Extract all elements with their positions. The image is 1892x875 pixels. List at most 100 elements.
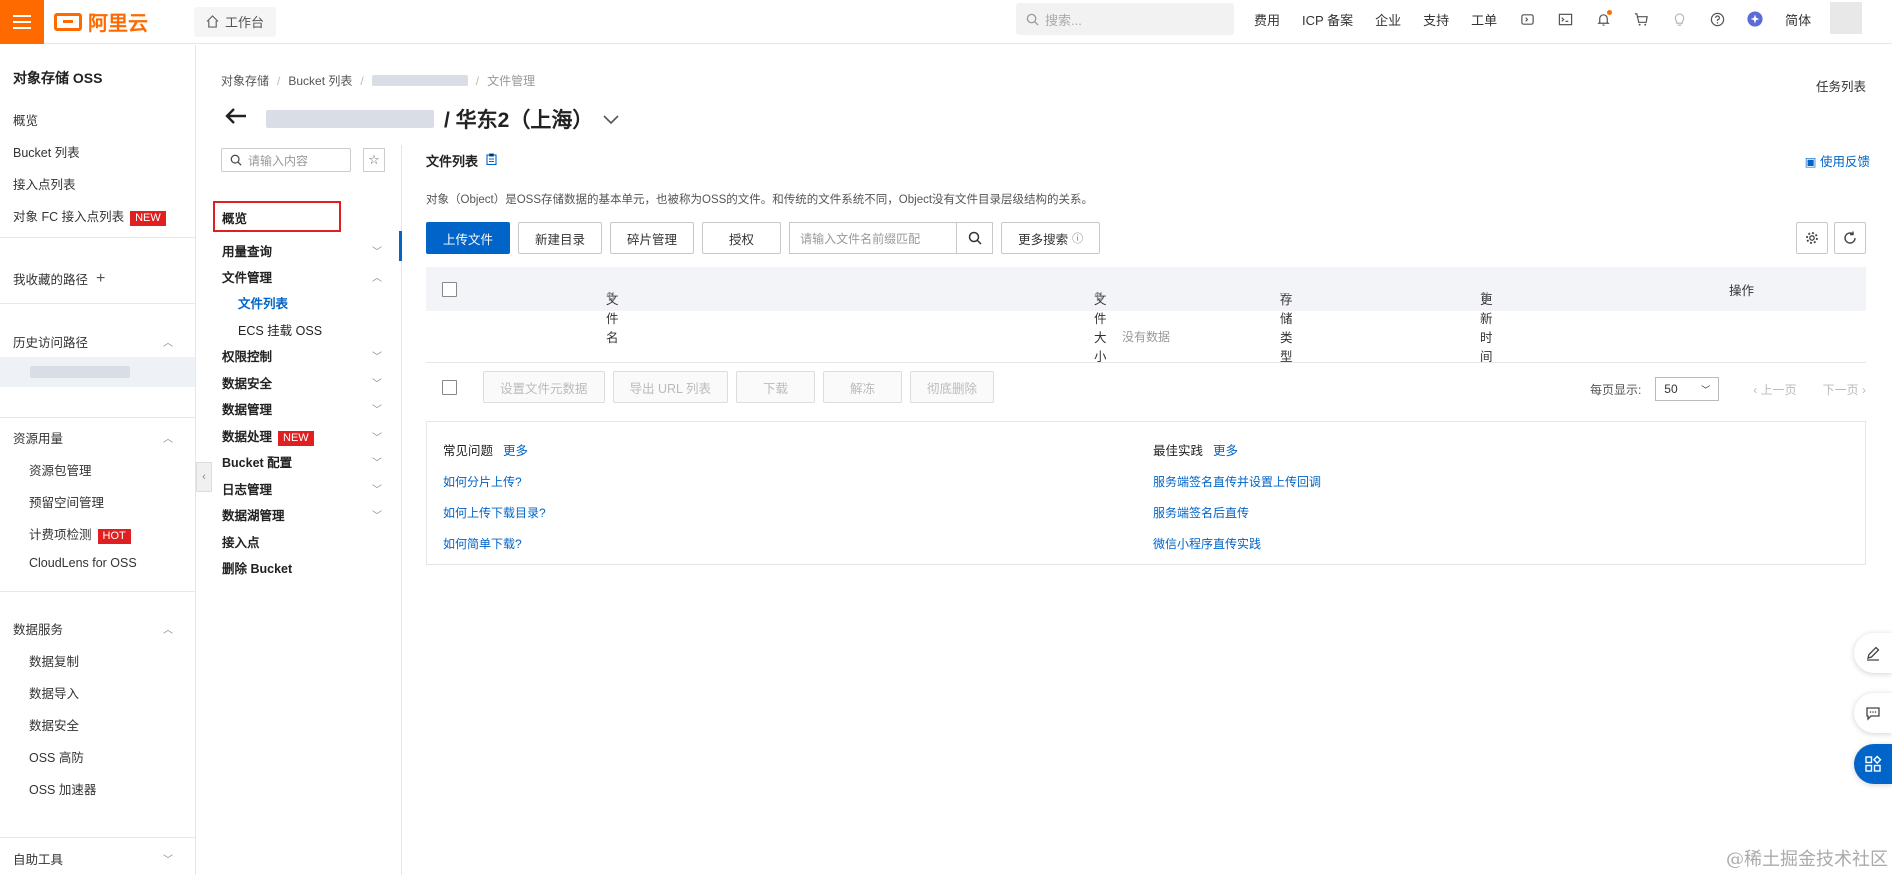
- cart-icon[interactable]: [1633, 11, 1649, 27]
- language-switch[interactable]: 简体: [1785, 10, 1811, 29]
- nav-icp[interactable]: ICP 备案: [1302, 10, 1353, 29]
- star-icon[interactable]: ☆: [363, 148, 385, 172]
- subnav-overview[interactable]: 概览: [222, 208, 392, 227]
- aliyun-logo[interactable]: 阿里云: [54, 7, 164, 36]
- avatar[interactable]: [1830, 2, 1862, 34]
- nav-support[interactable]: 支持: [1423, 10, 1449, 29]
- chevron-down-icon: ﹀: [372, 458, 382, 469]
- subnav-access-point[interactable]: 接入点: [222, 532, 392, 551]
- upload-button[interactable]: 上传文件: [426, 222, 511, 254]
- subnav-data-mgmt[interactable]: 数据管理 ﹀: [222, 399, 392, 418]
- subnav-log-mgmt[interactable]: 日志管理 ﹀: [222, 479, 392, 498]
- sidebar-item-replication[interactable]: 数据复制: [29, 651, 79, 670]
- chevron-up-icon: ︿: [163, 625, 173, 636]
- feedback-link[interactable]: ▣ 使用反馈: [1805, 151, 1870, 170]
- clipboard-icon[interactable]: [486, 153, 497, 168]
- subnav-ecs-mount[interactable]: ECS 挂载 OSS: [238, 320, 408, 339]
- breadcrumb-oss[interactable]: 对象存储: [221, 72, 269, 89]
- nav-ticket[interactable]: 工单: [1471, 10, 1497, 29]
- menu-icon[interactable]: [0, 0, 44, 44]
- global-search-input[interactable]: 搜索...: [1016, 3, 1234, 35]
- subnav-search-placeholder: 请输入内容: [248, 153, 309, 168]
- plus-icon[interactable]: +: [96, 270, 105, 288]
- sidebar-data-service-toggle[interactable]: 数据服务 ︿: [13, 619, 173, 638]
- sidebar-item-accelerator[interactable]: OSS 加速器: [29, 779, 96, 798]
- feedback-icon: ▣: [1804, 155, 1820, 169]
- bell-icon[interactable]: [1595, 10, 1613, 27]
- chevron-down-icon[interactable]: [603, 107, 619, 131]
- sidebar-item-overview[interactable]: 概览: [13, 110, 38, 129]
- best-practice-link[interactable]: 微信小程序直传实践: [1153, 535, 1321, 552]
- faq-link[interactable]: 如何上传下载目录?: [443, 504, 546, 521]
- best-practice-link[interactable]: 服务端签名后直传: [1153, 504, 1321, 521]
- sidebar-item-ddos[interactable]: OSS 高防: [29, 747, 84, 766]
- data-mgmt-label: 数据管理: [222, 403, 273, 417]
- refresh-icon[interactable]: [1834, 222, 1866, 254]
- faq-link[interactable]: 如何分片上传?: [443, 473, 546, 490]
- sidebar-item-billing-check[interactable]: 计费项检测 HOT: [29, 524, 131, 544]
- redacted-bucket-crumb[interactable]: [371, 75, 468, 86]
- subnav-data-security[interactable]: 数据安全 ﹀: [222, 373, 392, 392]
- faq-more-link[interactable]: 更多: [503, 444, 528, 458]
- lightbulb-icon[interactable]: [1671, 11, 1687, 27]
- chat-icon[interactable]: [1854, 693, 1892, 733]
- subnav-file-list[interactable]: 文件列表: [238, 293, 408, 312]
- sidebar-item-packages[interactable]: 资源包管理: [29, 460, 92, 479]
- search-icon[interactable]: [957, 222, 994, 254]
- filename-filter-input[interactable]: 请输入文件名前缀匹配: [789, 222, 958, 254]
- subnav-delete-bucket[interactable]: 删除 Bucket: [222, 558, 392, 577]
- sidebar-item-cloudlens[interactable]: CloudLens for OSS: [29, 556, 137, 570]
- ai-assistant-icon[interactable]: [1747, 11, 1763, 27]
- per-page-select[interactable]: 50 ﹀: [1655, 377, 1720, 401]
- breadcrumb-bucket-list[interactable]: Bucket 列表: [288, 72, 352, 89]
- subnav-permission[interactable]: 权限控制 ﹀: [222, 346, 392, 365]
- settings-gear-icon[interactable]: [1796, 222, 1828, 254]
- sidebar-item-fc-access-points[interactable]: 对象 FC 接入点列表 NEW: [13, 206, 166, 226]
- subnav-file-mgmt[interactable]: 文件管理 ︿: [222, 267, 392, 286]
- search-icon: [230, 154, 242, 166]
- delete-button[interactable]: 彻底删除: [910, 371, 995, 403]
- nav-fees[interactable]: 费用: [1254, 10, 1280, 29]
- workbench-button[interactable]: 工作台: [194, 6, 277, 37]
- data-service-label: 数据服务: [13, 623, 64, 637]
- set-metadata-button[interactable]: 设置文件元数据: [483, 371, 605, 403]
- sidebar-item-access-points[interactable]: 接入点列表: [13, 174, 76, 193]
- cloud-shell-icon[interactable]: [1519, 11, 1535, 27]
- sidebar-history-toggle[interactable]: 历史访问路径 ︿: [13, 332, 173, 351]
- back-arrow-icon[interactable]: [224, 106, 248, 132]
- apps-icon[interactable]: [1854, 744, 1892, 784]
- sidebar-self-tools-toggle[interactable]: 自助工具 ﹀: [13, 849, 173, 868]
- subnav-data-processing[interactable]: 数据处理 NEW ﹀: [222, 426, 392, 446]
- fragments-button[interactable]: 碎片管理: [610, 222, 695, 254]
- next-page-button[interactable]: 下一页 ›: [1823, 381, 1866, 398]
- more-search-button[interactable]: 更多搜索 ⓘ: [1001, 222, 1101, 254]
- task-list-link[interactable]: 任务列表: [1816, 76, 1866, 95]
- unfreeze-button[interactable]: 解冻: [823, 371, 903, 403]
- export-url-button[interactable]: 导出 URL 列表: [612, 371, 729, 403]
- help-icon[interactable]: [1709, 11, 1725, 27]
- delete-bucket-label: 删除 Bucket: [222, 562, 293, 576]
- edit-icon[interactable]: [1854, 633, 1892, 673]
- subnav-lake-mgmt[interactable]: 数据湖管理 ﹀: [222, 505, 392, 524]
- terminal-icon[interactable]: [1557, 11, 1573, 27]
- sidebar-item-bucket-list[interactable]: Bucket 列表: [13, 142, 80, 161]
- sidebar-favorites[interactable]: 我收藏的路径 +: [13, 269, 105, 288]
- select-all-checkbox-bottom[interactable]: [442, 379, 457, 395]
- subnav-search-input[interactable]: 请输入内容: [221, 148, 351, 172]
- best-practice-link[interactable]: 服务端签名直传并设置上传回调: [1153, 473, 1321, 490]
- subnav-usage[interactable]: 用量查询 ﹀: [222, 241, 392, 260]
- sidebar-item-import[interactable]: 数据导入: [29, 683, 79, 702]
- faq-link[interactable]: 如何简单下载?: [443, 535, 546, 552]
- history-item[interactable]: [0, 357, 195, 387]
- best-practice-more-link[interactable]: 更多: [1213, 444, 1238, 458]
- sidebar-item-security[interactable]: 数据安全: [29, 715, 79, 734]
- download-button[interactable]: 下载: [736, 371, 816, 403]
- authorize-button[interactable]: 授权: [702, 222, 782, 254]
- sidebar-resource-toggle[interactable]: 资源用量 ︿: [13, 428, 173, 447]
- nav-enterprise[interactable]: 企业: [1375, 10, 1401, 29]
- sidebar-item-reserved[interactable]: 预留空间管理: [29, 492, 104, 511]
- subnav-bucket-config[interactable]: Bucket 配置 ﹀: [222, 452, 392, 471]
- select-all-checkbox[interactable]: [442, 281, 457, 297]
- prev-page-button[interactable]: ‹ 上一页: [1753, 381, 1796, 398]
- new-dir-button[interactable]: 新建目录: [518, 222, 603, 254]
